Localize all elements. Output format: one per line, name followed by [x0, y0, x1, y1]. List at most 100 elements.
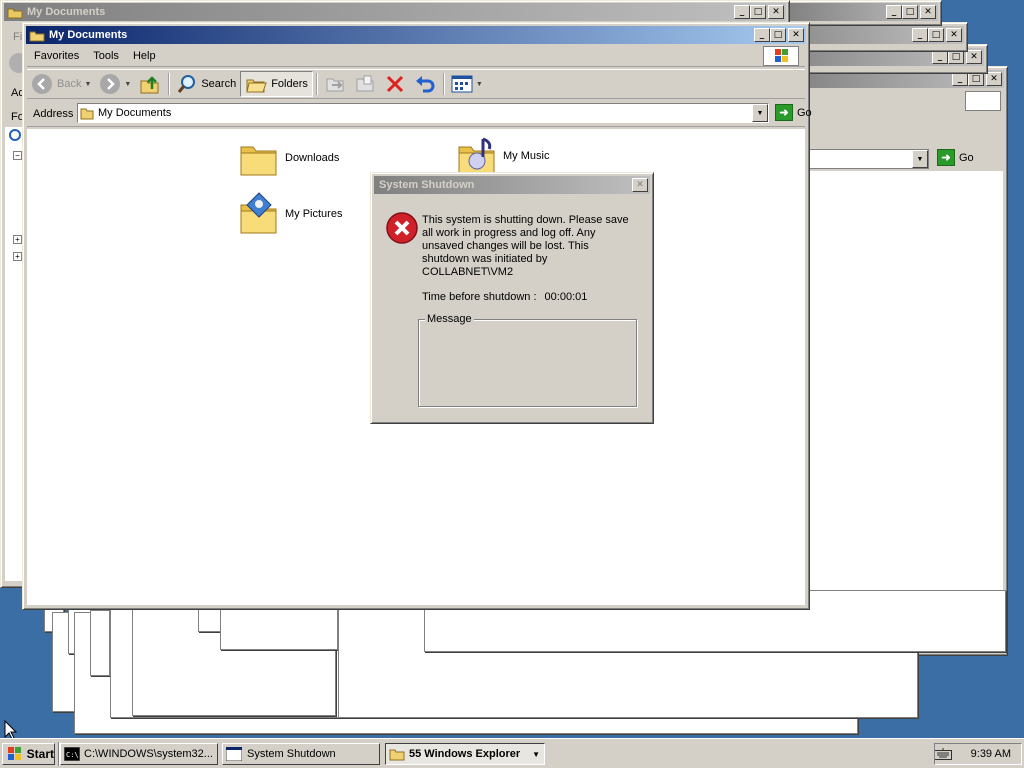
views-icon: [451, 75, 473, 93]
address-combo-fragment[interactable]: ▼: [789, 149, 929, 169]
explorer-titlebar[interactable]: My Documents _ □ ✕: [26, 26, 806, 44]
tree-expand-icon[interactable]: +: [13, 235, 22, 244]
folders-button[interactable]: Folders: [240, 71, 313, 97]
back-dropdown-icon[interactable]: ▼: [84, 81, 91, 88]
start-button[interactable]: Start: [2, 743, 55, 765]
shutdown-message: This system is shutting down. Please sav…: [422, 214, 629, 278]
shutdown-countdown: Time before shutdown : 00:00:01: [422, 291, 587, 303]
address-dropdown-button[interactable]: ▼: [752, 104, 768, 122]
group-dropdown-icon: ▼: [532, 749, 540, 759]
close-button[interactable]: ✕: [920, 5, 936, 19]
forward-dropdown-icon[interactable]: ▼: [124, 81, 131, 88]
maximize-button[interactable]: □: [968, 72, 984, 86]
maximize-button[interactable]: □: [902, 5, 918, 19]
undo-icon: [415, 76, 435, 93]
minimize-button[interactable]: _: [754, 28, 770, 42]
countdown-value: 00:00:01: [544, 291, 588, 303]
clock[interactable]: 9:39 AM: [971, 748, 1011, 760]
menu-tools[interactable]: Tools: [86, 50, 126, 62]
go-arrow-icon: ➜: [937, 149, 955, 166]
forward-button[interactable]: ▼: [95, 71, 135, 97]
address-label: Address: [33, 107, 74, 120]
copy-to-button[interactable]: [350, 71, 380, 97]
maximize-button[interactable]: □: [928, 28, 944, 42]
background-content-pane: [785, 171, 1003, 651]
shutdown-dialog: System Shutdown ✕ This system is shuttin…: [370, 172, 654, 424]
countdown-label: Time before shutdown :: [422, 291, 537, 303]
folder-item-my-music[interactable]: My Music: [457, 135, 549, 177]
minimize-button[interactable]: _: [912, 28, 928, 42]
svg-text:C:\: C:\: [66, 751, 79, 759]
maximize-button[interactable]: □: [770, 28, 786, 42]
windows-logo-icon: [965, 91, 1001, 111]
windows-logo-icon: [763, 46, 799, 66]
cmd-icon: C:\: [64, 747, 80, 761]
folder-icon: [80, 108, 94, 120]
folder-icon: [7, 8, 23, 18]
up-folder-button[interactable]: [135, 71, 165, 97]
menu-favorites[interactable]: Favorites: [27, 50, 86, 62]
folder-item-downloads[interactable]: Downloads: [239, 139, 339, 177]
message-groupbox: Message: [418, 313, 637, 407]
folder-icon: [29, 31, 45, 41]
go-button[interactable]: ➜ Go: [937, 149, 974, 166]
search-button[interactable]: Search: [172, 71, 240, 97]
menu-help[interactable]: Help: [126, 50, 163, 62]
search-icon: [178, 75, 196, 93]
close-button[interactable]: ✕: [946, 28, 962, 42]
folder-icon: [240, 146, 277, 176]
views-button[interactable]: ▼: [447, 71, 487, 97]
minimize-button[interactable]: _: [952, 72, 968, 86]
back-button[interactable]: Back ▼: [27, 71, 95, 97]
address-bar: Address My Documents ▼ ➜ Go: [27, 101, 812, 127]
maximize-button[interactable]: □: [948, 50, 964, 64]
folder-icon: [389, 749, 405, 761]
maximize-button[interactable]: □: [750, 5, 766, 19]
tree-collapse-icon[interactable]: −: [13, 151, 22, 160]
music-folder-icon: [458, 137, 495, 176]
tree-expand-icon[interactable]: +: [13, 252, 22, 261]
folders-icon: [246, 79, 267, 93]
taskbar-item-system-shutdown[interactable]: System Shutdown: [222, 743, 380, 765]
go-button[interactable]: ➜ Go: [775, 104, 812, 121]
cascade-pane: [198, 608, 222, 632]
minimize-button[interactable]: _: [932, 50, 948, 64]
close-button[interactable]: ✕: [788, 28, 804, 42]
cascade-pane: [220, 608, 338, 650]
background-explorer-titlebar[interactable]: My Documents _ □ ✕: [4, 3, 786, 21]
minimize-button[interactable]: _: [734, 5, 750, 19]
standard-toolbar: Back ▼ ▼ Search Folders ▼: [27, 69, 805, 99]
background-window-right: _ □ ✕ ▼ ➜ Go: [780, 66, 1008, 656]
cascade-pane: [90, 610, 110, 676]
address-dropdown-button[interactable]: ▼: [912, 150, 928, 168]
close-button[interactable]: ✕: [966, 50, 982, 64]
shutdown-dialog-body: This system is shutting down. Please sav…: [375, 197, 649, 419]
delete-button[interactable]: [380, 71, 410, 97]
up-folder-icon: [140, 76, 159, 94]
system-tray: 9:39 AM: [934, 743, 1022, 765]
toolbar-separator: [315, 73, 317, 95]
mouse-cursor-icon: [4, 720, 18, 740]
undo-button[interactable]: [410, 71, 440, 97]
taskbar-item-windows-explorer-group[interactable]: 55 Windows Explorer ▼: [385, 743, 545, 765]
forward-arrow-icon: [100, 74, 121, 94]
close-button[interactable]: ✕: [986, 72, 1002, 86]
go-arrow-icon: ➜: [775, 104, 793, 121]
menu-fragment[interactable]: Fi: [13, 31, 22, 43]
close-button[interactable]: ✕: [768, 5, 784, 19]
move-to-icon: [326, 78, 344, 92]
views-dropdown-icon[interactable]: ▼: [476, 81, 483, 88]
close-button[interactable]: ✕: [632, 178, 648, 192]
error-icon: [386, 212, 418, 244]
copy-to-icon: [356, 75, 374, 92]
back-arrow-icon: [32, 74, 52, 94]
minimize-button[interactable]: _: [886, 5, 902, 19]
toolbar-separator: [168, 73, 170, 95]
move-to-button[interactable]: [320, 71, 350, 97]
taskbar-item-cmd[interactable]: C:\ C:\WINDOWS\system32...: [60, 743, 218, 765]
background-window-titlebar[interactable]: _ □ ✕: [784, 3, 938, 21]
shutdown-dialog-titlebar[interactable]: System Shutdown ✕: [374, 176, 650, 194]
folder-item-my-pictures[interactable]: My Pictures: [239, 191, 342, 237]
delete-icon: [386, 75, 403, 93]
address-input[interactable]: My Documents ▼: [77, 103, 769, 123]
